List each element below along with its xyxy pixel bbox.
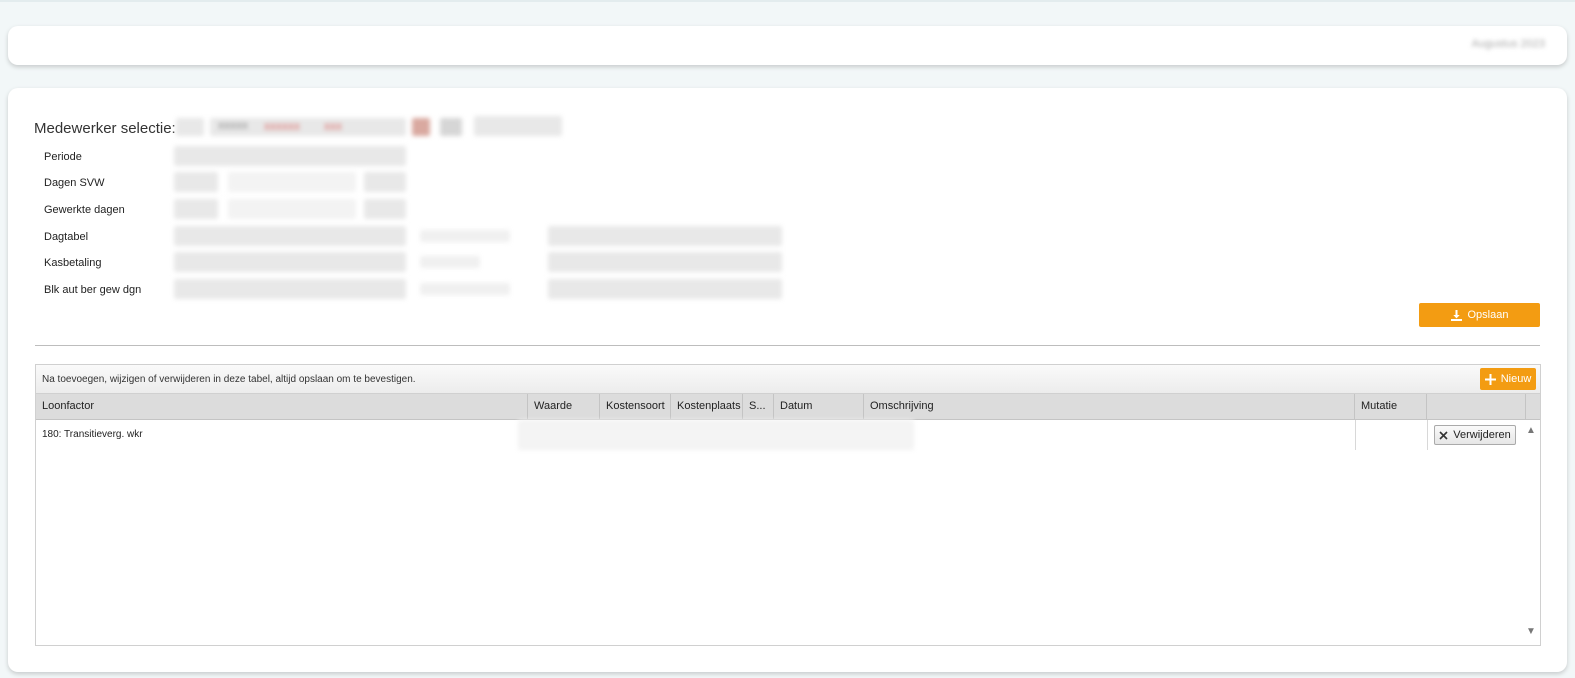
column-mutatie[interactable]: Mutatie: [1355, 394, 1427, 419]
loonfactor-grid: Na toevoegen, wijzigen of verwijderen in…: [35, 364, 1541, 646]
column-actions: [1427, 394, 1526, 419]
column-waarde[interactable]: Waarde: [528, 394, 600, 419]
grid-toolbar: Na toevoegen, wijzigen of verwijderen in…: [36, 365, 1540, 394]
scroll-down-icon[interactable]: ▼: [1526, 626, 1536, 637]
column-kostensoort[interactable]: Kostensoort: [600, 394, 671, 419]
new-button-label: Nieuw: [1500, 373, 1532, 385]
cell-separator: [1355, 420, 1356, 450]
cell-separator: [1427, 420, 1428, 450]
label-dagen-svw: Dagen SVW: [44, 177, 105, 189]
label-blk-aut-ber-gew-dgn: Blk aut ber gew dgn: [44, 284, 142, 296]
delete-button[interactable]: Verwijderen: [1434, 425, 1516, 445]
label-dagtabel: Dagtabel: [44, 231, 89, 243]
column-loonfactor[interactable]: Loonfactor: [36, 394, 528, 419]
cell-loonfactor: 180: Transitieverg. wkr: [42, 429, 143, 440]
row-values-blurred: [518, 420, 914, 450]
header-bar: Augustus 2023: [8, 26, 1567, 65]
employee-selection-title: Medewerker selectie:: [34, 120, 176, 137]
column-s[interactable]: S...: [743, 394, 774, 419]
label-kasbetaling: Kasbetaling: [44, 257, 102, 269]
plus-icon: [1484, 373, 1496, 385]
new-button[interactable]: Nieuw: [1480, 368, 1536, 390]
save-button-label: Opslaan: [1467, 309, 1509, 321]
top-border: [0, 0, 1575, 2]
main-panel: Medewerker selectie: XXXXX XXXXXX XXX Pe…: [8, 88, 1567, 672]
grid-header: Loonfactor Waarde Kostensoort Kostenplaa…: [36, 394, 1540, 420]
download-icon: [1450, 309, 1462, 321]
header-period-text: Augustus 2023: [1471, 38, 1545, 50]
label-periode: Periode: [44, 151, 82, 163]
save-button[interactable]: Opslaan: [1419, 303, 1540, 327]
close-icon: [1439, 430, 1448, 440]
table-row[interactable]: 180: Transitieverg. wkr Verwijderen: [36, 420, 1524, 450]
scroll-up-icon[interactable]: ▲: [1526, 425, 1536, 436]
column-omschrijving[interactable]: Omschrijving: [864, 394, 1355, 419]
grid-info-text: Na toevoegen, wijzigen of verwijderen in…: [42, 374, 416, 385]
label-gewerkte-dagen: Gewerkte dagen: [44, 204, 125, 216]
column-kostenplaats[interactable]: Kostenplaats: [671, 394, 743, 419]
section-divider: [35, 345, 1540, 346]
delete-button-label: Verwijderen: [1453, 429, 1511, 441]
column-datum[interactable]: Datum: [774, 394, 864, 419]
